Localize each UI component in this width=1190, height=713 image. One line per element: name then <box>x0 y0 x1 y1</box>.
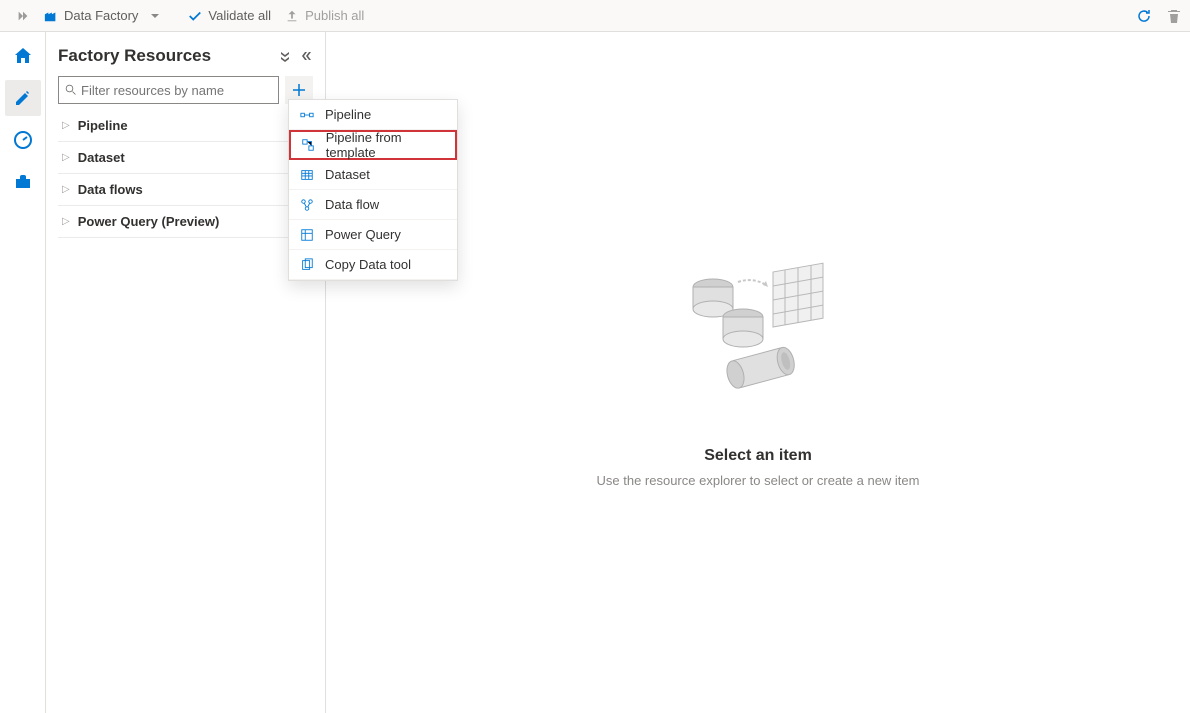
validate-all-button[interactable]: Validate all <box>188 8 271 23</box>
checkmark-icon <box>188 9 202 23</box>
pipeline-icon <box>299 108 315 122</box>
dataflow-icon <box>299 198 315 212</box>
rail-monitor[interactable] <box>5 122 41 158</box>
tree-label: Dataset <box>78 150 125 165</box>
menu-label: Data flow <box>325 197 379 212</box>
menu-label: Pipeline from template <box>326 130 445 160</box>
filter-resources-box <box>58 76 279 104</box>
refresh-button[interactable] <box>1136 8 1152 24</box>
menu-label: Copy Data tool <box>325 257 411 272</box>
breadcrumb-label: Data Factory <box>64 8 138 23</box>
triangle-right-icon: ▷ <box>62 184 70 195</box>
add-resource-menu: Pipeline Pipeline from template Dataset … <box>288 99 458 281</box>
publish-all-button[interactable]: Publish all <box>285 8 364 23</box>
tree-label: Data flows <box>78 182 143 197</box>
toolbox-icon <box>13 172 33 192</box>
chevron-down-icon <box>150 11 160 21</box>
triangle-right-icon: ▷ <box>62 152 70 163</box>
vertical-rail <box>0 32 46 713</box>
top-toolbar: Data Factory Validate all Publish all <box>0 0 1190 32</box>
triangle-right-icon: ▷ <box>62 120 70 131</box>
dataset-icon <box>299 168 315 182</box>
rail-manage[interactable] <box>5 164 41 200</box>
toolbar-right <box>1136 8 1182 24</box>
copy-icon <box>299 258 315 272</box>
menu-label: Pipeline <box>325 107 371 122</box>
tree-label: Pipeline <box>78 118 128 133</box>
empty-state-title: Select an item <box>704 447 812 465</box>
factory-icon <box>44 9 58 23</box>
breadcrumb[interactable]: Data Factory <box>44 8 160 23</box>
tree-label: Power Query (Preview) <box>78 214 220 229</box>
discard-button[interactable] <box>1166 8 1182 24</box>
triangle-right-icon: ▷ <box>62 216 70 227</box>
expand-chevrons[interactable] <box>8 9 38 23</box>
plus-icon <box>292 83 306 97</box>
upload-icon <box>285 9 299 23</box>
menu-label: Dataset <box>325 167 370 182</box>
filter-input[interactable] <box>81 83 272 98</box>
tree-item-pipeline[interactable]: ▷ Pipeline <box>58 110 313 142</box>
resource-panel: Factory Resources ▷ <box>46 32 326 713</box>
menu-item-copydata[interactable]: Copy Data tool <box>289 250 457 280</box>
menu-item-dataset[interactable]: Dataset <box>289 160 457 190</box>
empty-state-illustration <box>668 257 848 427</box>
panel-title: Factory Resources <box>58 46 211 66</box>
publish-label: Publish all <box>305 8 364 23</box>
double-chevron-left-icon <box>301 50 313 62</box>
double-chevron-down-icon <box>279 50 291 62</box>
tree-item-dataset[interactable]: ▷ Dataset <box>58 142 313 174</box>
template-icon <box>301 138 316 152</box>
tree-item-powerquery[interactable]: ▷ Power Query (Preview) <box>58 206 313 238</box>
menu-item-dataflow[interactable]: Data flow <box>289 190 457 220</box>
trash-icon <box>1166 8 1182 24</box>
collapse-panel-button[interactable] <box>301 50 313 62</box>
menu-item-pipeline-template[interactable]: Pipeline from template <box>289 130 457 160</box>
chevron-right-double-icon <box>16 9 30 23</box>
menu-item-powerquery[interactable]: Power Query <box>289 220 457 250</box>
menu-label: Power Query <box>325 227 401 242</box>
powerquery-icon <box>299 228 315 242</box>
refresh-icon <box>1136 8 1152 24</box>
gauge-icon <box>13 130 33 150</box>
empty-state-subtitle: Use the resource explorer to select or c… <box>597 473 920 488</box>
toolbar-actions: Validate all Publish all <box>188 8 364 23</box>
search-icon <box>65 84 77 96</box>
menu-item-pipeline[interactable]: Pipeline <box>289 100 457 130</box>
rail-home[interactable] <box>5 38 41 74</box>
tree-item-dataflows[interactable]: ▷ Data flows <box>58 174 313 206</box>
validate-label: Validate all <box>208 8 271 23</box>
expand-all-button[interactable] <box>279 50 291 62</box>
home-icon <box>13 46 33 66</box>
pencil-icon <box>13 88 33 108</box>
rail-author[interactable] <box>5 80 41 116</box>
